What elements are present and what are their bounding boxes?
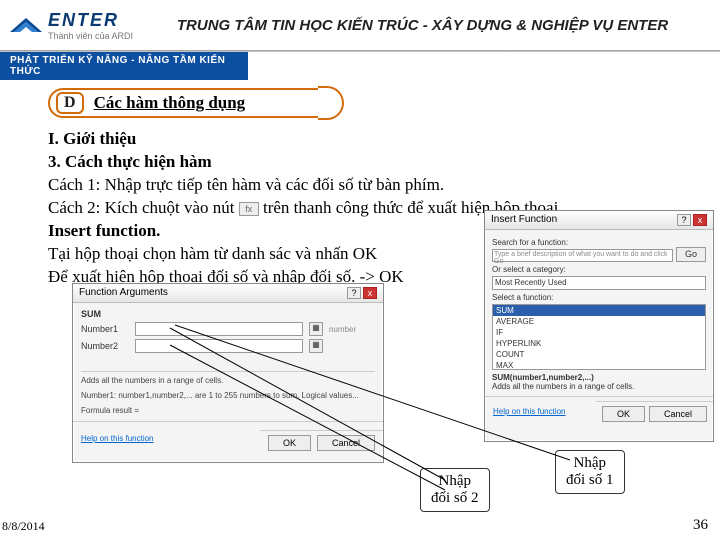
ref-icon[interactable]: ▦ <box>309 322 323 336</box>
dlg2-ok-button[interactable]: OK <box>602 406 645 422</box>
line-2: 3. Cách thực hiện hàm <box>48 152 212 171</box>
section-badge: D <box>56 92 84 114</box>
dlg2-help-link[interactable]: Help on this function <box>485 405 574 418</box>
search-input[interactable]: Type a brief description of what you wan… <box>492 249 673 262</box>
function-arguments-dialog: Function Arguments ? x SUM Number1 ▦ num… <box>72 283 384 463</box>
header: ENTER Thành viên của ARDI TRUNG TÂM TIN … <box>0 0 720 50</box>
ref-icon[interactable]: ▦ <box>309 339 323 353</box>
dlg2-desc: Adds all the numbers in a range of cells… <box>492 382 706 391</box>
dlg1-result: Formula result = <box>81 406 375 415</box>
list-item[interactable]: MAX <box>493 360 705 370</box>
dialog1-titlebar: Function Arguments ? x <box>73 284 383 303</box>
dialog1-title: Function Arguments <box>79 287 168 299</box>
help-icon[interactable]: ? <box>347 287 361 299</box>
line-1: I. Giới thiệu <box>48 129 136 148</box>
dialog2-title: Insert Function <box>491 214 557 226</box>
footer-page: 36 <box>693 517 708 534</box>
function-list[interactable]: SUM AVERAGE IF HYPERLINK COUNT MAX SIN <box>492 304 706 370</box>
section-header: D Các hàm thông dụng <box>48 88 336 118</box>
search-label: Search for a function: <box>492 238 568 247</box>
logo-icon <box>8 12 44 38</box>
list-item[interactable]: HYPERLINK <box>493 338 705 349</box>
go-button[interactable]: Go <box>676 247 706 262</box>
dialog2-titlebar: Insert Function ? x <box>485 211 713 230</box>
section-title: Các hàm thông dụng <box>94 93 246 113</box>
insert-function-dialog: Insert Function ? x Search for a functio… <box>484 210 714 442</box>
list-item[interactable]: IF <box>493 327 705 338</box>
header-center-title: TRUNG TÂM TIN HỌC KIẾN TRÚC - XÂY DỰNG &… <box>133 17 712 34</box>
list-item[interactable]: AVERAGE <box>493 316 705 327</box>
list-item[interactable]: SUM <box>493 305 705 316</box>
callout-arg2: Nhập đối số 2 <box>420 468 490 512</box>
line-3: Cách 1: Nhập trực tiếp tên hàm và các đố… <box>48 174 690 197</box>
tagline-bar: PHÁT TRIỂN KỸ NĂNG - NÂNG TẦM KIẾN THỨC <box>0 52 248 80</box>
footer-date: 8/8/2014 <box>2 519 45 534</box>
category-select[interactable]: Most Recently Used <box>492 276 706 290</box>
function-list-label: Select a function: <box>492 293 553 302</box>
dlg1-argdesc: Number1: number1,number2,... are 1 to 25… <box>81 391 375 400</box>
callout-arg1: Nhập đối số 1 <box>555 450 625 494</box>
brand-logo: ENTER Thành viên của ARDI <box>8 10 133 41</box>
category-label: Or select a category: <box>492 265 566 274</box>
number2-input[interactable] <box>135 339 303 353</box>
dlg1-help-link[interactable]: Help on this function <box>73 432 162 445</box>
dlg1-fn-name: SUM <box>81 309 101 319</box>
brand-sub: Thành viên của ARDI <box>48 31 133 41</box>
number1-hint: number <box>329 325 375 334</box>
dlg1-desc: Adds all the numbers in a range of cells… <box>81 376 375 385</box>
dlg2-syntax: SUM(number1,number2,...) <box>492 373 594 382</box>
fx-button-icon: fx <box>239 202 259 216</box>
brand-name: ENTER <box>48 10 133 31</box>
number1-input[interactable] <box>135 322 303 336</box>
close-icon[interactable]: x <box>693 214 707 226</box>
close-icon[interactable]: x <box>363 287 377 299</box>
line-5: Insert function. <box>48 221 160 240</box>
dlg1-ok-button[interactable]: OK <box>268 435 311 451</box>
dlg2-cancel-button[interactable]: Cancel <box>649 406 707 422</box>
dlg1-cancel-button[interactable]: Cancel <box>317 435 375 451</box>
help-icon[interactable]: ? <box>677 214 691 226</box>
number1-label: Number1 <box>81 324 129 334</box>
list-item[interactable]: COUNT <box>493 349 705 360</box>
number2-label: Number2 <box>81 341 129 351</box>
